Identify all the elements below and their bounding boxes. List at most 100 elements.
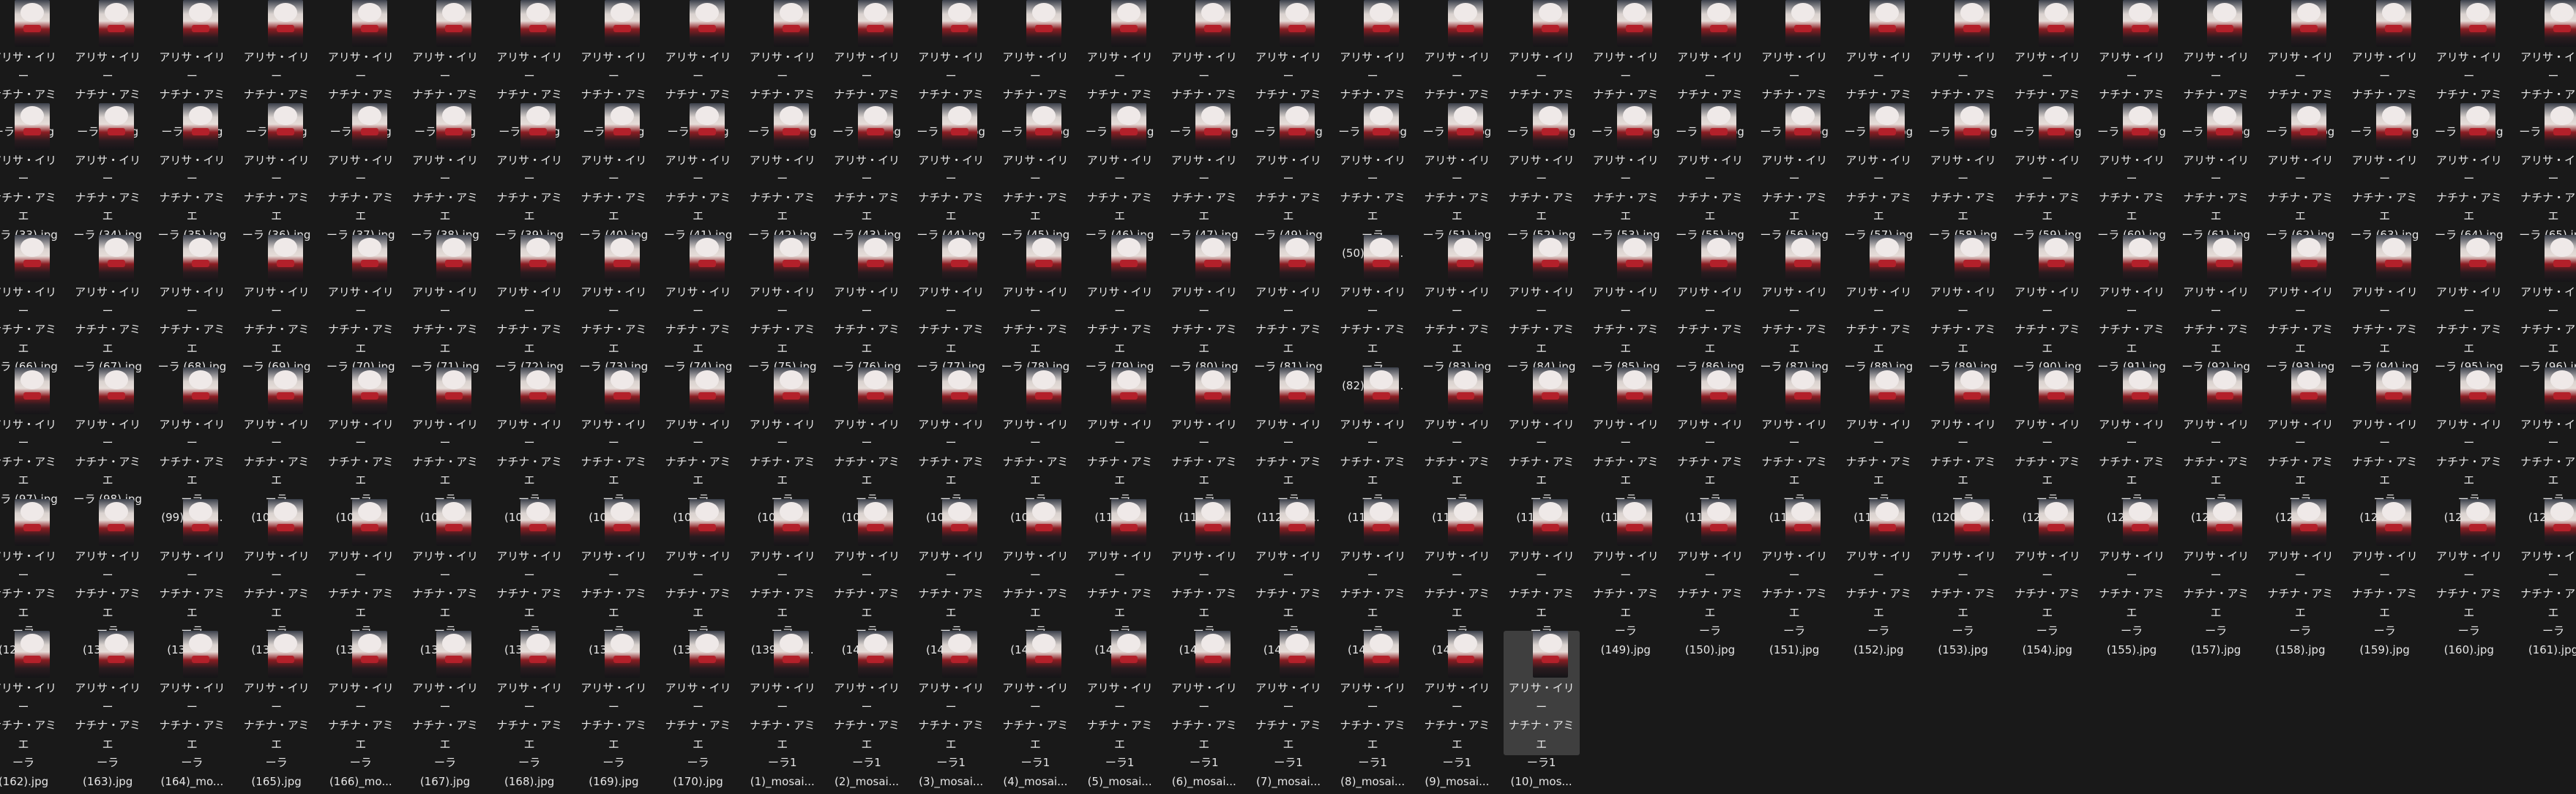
file-item[interactable]: アリサ・イリー ナチナ・アミエ ーラ (116).jpg	[1588, 367, 1664, 524]
file-item[interactable]: アリサ・イリー ナチナ・アミエ ーラ (109).jpg	[997, 367, 1073, 524]
file-item[interactable]: アリサ・イリー ナチナ・アミエ ーラ (41).jpg	[660, 102, 736, 241]
file-item[interactable]: アリサ・イリー ナチナ・アミエ ーラ (95).jpg	[2431, 235, 2507, 373]
file-item[interactable]: アリサ・イリー ナチナ・アミエ ーラ (39).jpg	[491, 102, 567, 241]
file-item[interactable]: アリサ・イリー ナチナ・アミエ ーラ (162).jpg	[0, 631, 61, 788]
file-item[interactable]: アリサ・イリー ナチナ・アミエ ーラ (88).jpg	[1840, 235, 1916, 373]
file-item[interactable]: アリサ・イリー ナチナ・アミエ ーラ (121).jpg	[2009, 367, 2086, 524]
file-item[interactable]: アリサ・イリー ナチナ・アミエ ーラ (63).jpg	[2347, 102, 2423, 241]
file-item[interactable]: アリサ・イリー ナチナ・アミエ ーラ (69).jpg	[239, 235, 315, 373]
file-item[interactable]: アリサ・イリー ナチナ・アミエ ーラ (134).jpg	[323, 499, 399, 656]
file-item[interactable]: アリサ・イリー ナチナ・アミエ ーラ1 (5)_mosai...	[1082, 631, 1158, 788]
file-item[interactable]: アリサ・イリー ナチナ・アミエ ーラ (169).jpg	[575, 631, 652, 788]
file-item[interactable]: アリサ・イリー ナチナ・アミエ ーラ (96).jpg	[2515, 235, 2576, 373]
file-item[interactable]: アリサ・イリー ナチナ・アミエ ーラ (128).jpg	[2515, 367, 2576, 524]
file-item[interactable]: アリサ・イリー ナチナ・アミエ ーラ (42).jpg	[744, 102, 821, 241]
file-item[interactable]: アリサ・イリー ナチナ・アミエ ーラ (160).jpg	[2431, 499, 2507, 656]
file-item[interactable]: アリサ・イリー ナチナ・アミエ ーラ (140).jpg	[829, 499, 905, 656]
file-item[interactable]: アリサ・イリー ナチナ・アミエ ーラ (153).jpg	[1925, 499, 2001, 656]
file-item[interactable]: アリサ・イリー ナチナ・アミエ ーラ (75).jpg	[744, 235, 821, 373]
file-item[interactable]: アリサ・イリー ナチナ・アミエ ーラ (47).jpg	[1166, 102, 1242, 241]
file-item[interactable]: アリサ・イリー ナチナ・アミエ ーラ (154).jpg	[2009, 499, 2086, 656]
file-item[interactable]: アリサ・イリー ナチナ・アミエ ーラ (111).jpg	[1166, 367, 1242, 524]
file-item[interactable]: アリサ・イリー ナチナ・アミエ ーラ (149).jpg	[1588, 499, 1664, 656]
file-item[interactable]: アリサ・イリー ナチナ・アミエ ーラ (36).jpg	[239, 102, 315, 241]
file-item[interactable]: アリサ・イリー ナチナ・アミエ ーラ (155).jpg	[2094, 499, 2170, 656]
file-item[interactable]: アリサ・イリー ナチナ・アミエ ーラ (148).jpg	[1504, 499, 1580, 656]
file-item[interactable]: アリサ・イリー ナチナ・アミエ ーラ (40).jpg	[575, 102, 652, 241]
file-item[interactable]: アリサ・イリー ナチナ・アミエ ーラ (64).jpg	[2431, 102, 2507, 241]
file-item[interactable]: アリサ・イリー ナチナ・アミエ ーラ (52).jpg	[1504, 102, 1580, 241]
file-item[interactable]: アリサ・イリー ナチナ・アミエ ーラ (110).jpg	[1082, 367, 1158, 524]
file-item[interactable]: アリサ・イリー ナチナ・アミエ ーラ (37).jpg	[323, 102, 399, 241]
file-item[interactable]: アリサ・イリー ナチナ・アミエ ーラ (167).jpg	[407, 631, 483, 788]
file-item[interactable]: アリサ・イリー ナチナ・アミエ ーラ (84).jpg	[1504, 235, 1580, 373]
file-item[interactable]: アリサ・イリー ナチナ・アミエ ーラ (137).jpg	[575, 499, 652, 656]
file-item[interactable]: アリサ・イリー ナチナ・アミエ ーラ (67).jpg	[70, 235, 146, 373]
file-item[interactable]: アリサ・イリー ナチナ・アミエ ーラ (93).jpg	[2262, 235, 2338, 373]
file-item[interactable]: アリサ・イリー ナチナ・アミエ ーラ (102).jpg	[407, 367, 483, 524]
file-item[interactable]: アリサ・イリー ナチナ・アミエ ーラ (144).jpg	[1166, 499, 1242, 656]
file-item[interactable]: アリサ・イリー ナチナ・アミエ ーラ (105).jpg	[660, 367, 736, 524]
file-item[interactable]: アリサ・イリー ナチナ・アミエ ーラ (107).jpg	[829, 367, 905, 524]
file-item[interactable]: アリサ・イリー ナチナ・アミエ ーラ (129).jpg	[0, 499, 61, 656]
file-item[interactable]: アリサ・イリー ナチナ・アミエ ーラ (45).jpg	[997, 102, 1073, 241]
file-item[interactable]: アリサ・イリー ナチナ・アミエ ーラ (123).jpg	[2178, 367, 2254, 524]
file-item[interactable]: アリサ・イリー ナチナ・アミエ ーラ (65).jpg	[2515, 102, 2576, 241]
file-item[interactable]: アリサ・イリー ナチナ・アミエ ーラ (79).jpg	[1082, 235, 1158, 373]
file-item[interactable]: アリサ・イリー ナチナ・アミエ ーラ (59).jpg	[2009, 102, 2086, 241]
file-item[interactable]: アリサ・イリー ナチナ・アミエ ーラ (44).jpg	[913, 102, 989, 241]
file-item[interactable]: アリサ・イリー ナチナ・アミエ ーラ (112)_mo...	[1250, 367, 1326, 524]
file-item[interactable]: アリサ・イリー ナチナ・アミエ ーラ (82)_mos...	[1334, 235, 1411, 392]
file-item[interactable]: アリサ・イリー ナチナ・アミエ ーラ (106).jpg	[744, 367, 821, 524]
file-item[interactable]: アリサ・イリー ナチナ・アミエ ーラ (81).jpg	[1250, 235, 1326, 373]
file-item[interactable]: アリサ・イリー ナチナ・アミエ ーラ1 (7)_mosai...	[1250, 631, 1326, 788]
file-item[interactable]: アリサ・イリー ナチナ・アミエ ーラ (104).jpg	[575, 367, 652, 524]
file-item[interactable]: アリサ・イリー ナチナ・アミエ ーラ1 (9)_mosai...	[1419, 631, 1495, 788]
file-item[interactable]: アリサ・イリー ナチナ・アミエ ーラ (124).jpg	[2262, 367, 2338, 524]
file-item[interactable]: アリサ・イリー ナチナ・アミエ ーラ (49).jpg	[1250, 102, 1326, 241]
file-item[interactable]: アリサ・イリー ナチナ・アミエ ーラ (85).jpg	[1588, 235, 1664, 373]
file-item[interactable]: アリサ・イリー ナチナ・アミエ ーラ1 (2)_mosai...	[829, 631, 905, 788]
file-item[interactable]: アリサ・イリー ナチナ・アミエ ーラ (113).jpg	[1334, 367, 1411, 524]
file-item[interactable]: アリサ・イリー ナチナ・アミエ ーラ (71).jpg	[407, 235, 483, 373]
file-item[interactable]: アリサ・イリー ナチナ・アミエ ーラ (143).jpg	[1082, 499, 1158, 656]
file-item[interactable]: アリサ・イリー ナチナ・アミエ ーラ1 (4)_mosai...	[997, 631, 1073, 788]
file-item[interactable]: アリサ・イリー ナチナ・アミエ ーラ (34).jpg	[70, 102, 146, 241]
file-item[interactable]: アリサ・イリー ナチナ・アミエ ーラ (125).jpg	[2347, 367, 2423, 524]
file-item[interactable]: アリサ・イリー ナチナ・アミエ ーラ (101).jpg	[323, 367, 399, 524]
file-item[interactable]: アリサ・イリー ナチナ・アミエ ーラ (157).jpg	[2178, 499, 2254, 656]
file-item[interactable]: アリサ・イリー ナチナ・アミエ ーラ (145).jpg	[1250, 499, 1326, 656]
file-item[interactable]: アリサ・イリー ナチナ・アミエ ーラ (58).jpg	[1925, 102, 2001, 241]
file-item[interactable]: アリサ・イリー ナチナ・アミエ ーラ (51).jpg	[1419, 102, 1495, 241]
file-item[interactable]: アリサ・イリー ナチナ・アミエ ーラ (100).jpg	[239, 367, 315, 524]
file-item[interactable]: アリサ・イリー ナチナ・アミエ ーラ (70).jpg	[323, 235, 399, 373]
file-item[interactable]: アリサ・イリー ナチナ・アミエ ーラ (142).jpg	[997, 499, 1073, 656]
file-item[interactable]: アリサ・イリー ナチナ・アミエ ーラ (108).jpg	[913, 367, 989, 524]
file-item[interactable]: アリサ・イリー ナチナ・アミエ ーラ (164)_mo...	[154, 631, 230, 788]
file-item[interactable]: アリサ・イリー ナチナ・アミエ ーラ (150).jpg	[1672, 499, 1748, 656]
file-item[interactable]: アリサ・イリー ナチナ・アミエ ーラ (91).jpg	[2094, 235, 2170, 373]
file-item[interactable]: アリサ・イリー ナチナ・アミエ ーラ (78).jpg	[997, 235, 1073, 373]
file-item[interactable]: アリサ・イリー ナチナ・アミエ ーラ (122).jpg	[2094, 367, 2170, 524]
file-item[interactable]: アリサ・イリー ナチナ・アミエ ーラ (166)_mo...	[323, 631, 399, 788]
file-item[interactable]: アリサ・イリー ナチナ・アミエ ーラ (114).jpg	[1419, 367, 1495, 524]
file-item[interactable]: アリサ・イリー ナチナ・アミエ ーラ (131).jpg	[154, 499, 230, 656]
file-item[interactable]: アリサ・イリー ナチナ・アミエ ーラ (98).jpg	[70, 367, 146, 506]
file-item[interactable]: アリサ・イリー ナチナ・アミエ ーラ (94).jpg	[2347, 235, 2423, 373]
file-item[interactable]: アリサ・イリー ナチナ・アミエ ーラ (74).jpg	[660, 235, 736, 373]
file-item[interactable]: アリサ・イリー ナチナ・アミエ ーラ (60).jpg	[2094, 102, 2170, 241]
file-item[interactable]: アリサ・イリー ナチナ・アミエ ーラ (90).jpg	[2009, 235, 2086, 373]
file-item[interactable]: アリサ・イリー ナチナ・アミエ ーラ (83).jpg	[1419, 235, 1495, 373]
file-item[interactable]: アリサ・イリー ナチナ・アミエ ーラ (87).jpg	[1756, 235, 1832, 373]
file-item[interactable]: アリサ・イリー ナチナ・アミエ ーラ1 (10)_mos...	[1503, 631, 1580, 788]
file-item[interactable]: アリサ・イリー ナチナ・アミエ ーラ (38).jpg	[407, 102, 483, 241]
file-item[interactable]: アリサ・イリー ナチナ・アミエ ーラ (130).jpg	[70, 499, 146, 656]
file-item[interactable]: アリサ・イリー ナチナ・アミエ ーラ1 (3)_mosai...	[913, 631, 989, 788]
file-item[interactable]: アリサ・イリー ナチナ・アミエ ーラ (141).jpg	[913, 499, 989, 656]
file-item[interactable]: アリサ・イリー ナチナ・アミエ ーラ (120)_mo...	[1925, 367, 2001, 524]
file-item[interactable]: アリサ・イリー ナチナ・アミエ ーラ (139)_mo...	[744, 499, 821, 656]
file-item[interactable]: アリサ・イリー ナチナ・アミエ ーラ (163).jpg	[70, 631, 146, 788]
file-item[interactable]: アリサ・イリー ナチナ・アミエ ーラ (33).jpg	[0, 102, 61, 241]
file-item[interactable]: アリサ・イリー ナチナ・アミエ ーラ (89).jpg	[1925, 235, 2001, 373]
file-item[interactable]: アリサ・イリー ナチナ・アミエ ーラ (66).jpg	[0, 235, 61, 373]
